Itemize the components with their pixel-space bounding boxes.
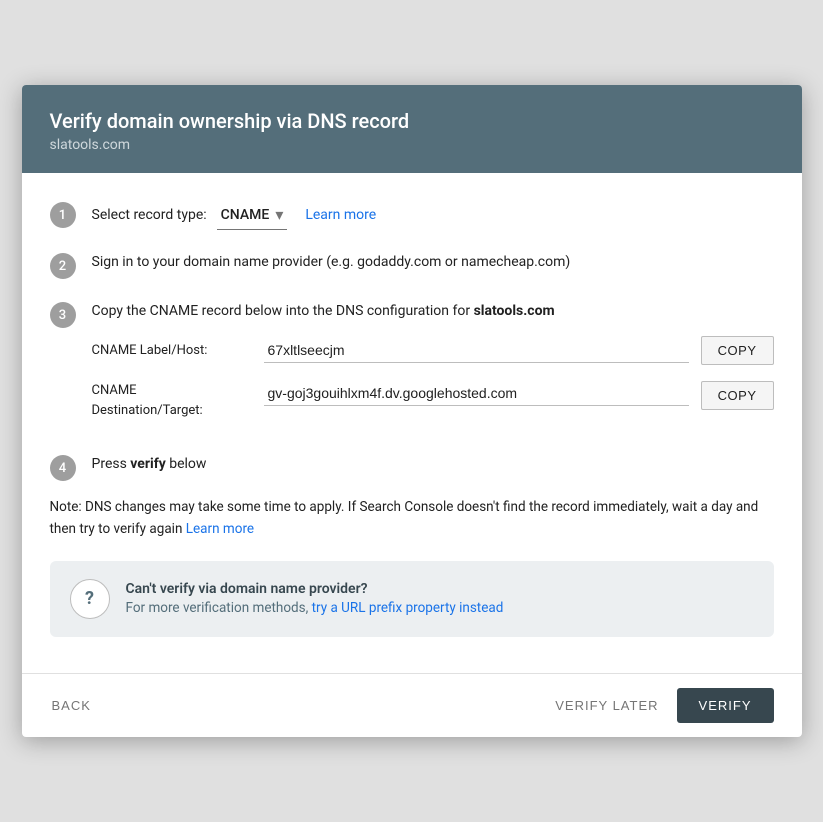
record-type-dropdown[interactable]: CNAME ▾ [217, 201, 288, 230]
record-type-value: CNAME [221, 205, 270, 226]
step-1-row: 1 Select record type: CNAME ▾ Learn more [50, 201, 774, 230]
step-3-domain: slatools.com [474, 303, 555, 319]
footer-left: BACK [50, 692, 93, 719]
cname-destination-label: CNAME Destination/Target: [92, 377, 252, 420]
cname-destination-input[interactable] [264, 381, 689, 406]
dialog: Verify domain ownership via DNS record s… [22, 85, 802, 736]
cname-destination-label-line2: Destination/Target: [92, 403, 203, 418]
step-1-inner: Select record type: CNAME ▾ Learn more [92, 201, 774, 230]
dialog-header: Verify domain ownership via DNS record s… [22, 85, 802, 173]
step-3-text: Copy the CNAME record below into the DNS… [92, 301, 774, 322]
dialog-body: 1 Select record type: CNAME ▾ Learn more… [22, 173, 802, 672]
chevron-down-icon: ▾ [275, 203, 283, 227]
step-1-number: 1 [50, 202, 76, 228]
footer-right: VERIFY LATER VERIFY [553, 688, 773, 723]
verify-later-button[interactable]: VERIFY LATER [553, 690, 660, 721]
cant-verify-content: Can't verify via domain name provider? F… [126, 581, 504, 616]
note-text: Note: DNS changes may take some time to … [50, 497, 774, 540]
step-1-content: Select record type: CNAME ▾ Learn more [92, 201, 774, 230]
cant-verify-desc: For more verification methods, try a URL… [126, 600, 504, 616]
cname-destination-row: CNAME Destination/Target: COPY [92, 377, 774, 420]
note-learn-more-link[interactable]: Learn more [186, 521, 254, 537]
cname-label-host-label: CNAME Label/Host: [92, 341, 252, 361]
step-1-label: Select record type: [92, 205, 207, 226]
copy-label-host-button[interactable]: COPY [701, 336, 774, 365]
cant-verify-desc-prefix: For more verification methods, [126, 600, 312, 616]
back-button[interactable]: BACK [50, 692, 93, 719]
step-3-row: 3 Copy the CNAME record below into the D… [50, 301, 774, 432]
cant-verify-box: ? Can't verify via domain name provider?… [50, 561, 774, 637]
cname-destination-label-line1: CNAME [92, 383, 137, 398]
step-2-text: Sign in to your domain name provider (e.… [92, 254, 571, 270]
cant-verify-title: Can't verify via domain name provider? [126, 581, 504, 597]
cant-verify-link[interactable]: try a URL prefix property instead [312, 600, 504, 616]
step-4-row: 4 Press verify below [50, 454, 774, 481]
cname-label-host-input[interactable] [264, 338, 689, 363]
dialog-footer: BACK VERIFY LATER VERIFY [22, 673, 802, 737]
step-2-content: Sign in to your domain name provider (e.… [92, 252, 774, 273]
step-2-number: 2 [50, 253, 76, 279]
question-icon-circle: ? [70, 579, 110, 619]
step-4-bold: verify [130, 456, 165, 472]
note-prefix: Note: DNS changes may take some time to … [50, 499, 759, 537]
step-3-number: 3 [50, 302, 76, 328]
step-2-row: 2 Sign in to your domain name provider (… [50, 252, 774, 279]
step-3-content: Copy the CNAME record below into the DNS… [92, 301, 774, 432]
cname-label-host-row: CNAME Label/Host: COPY [92, 336, 774, 365]
step-4-prefix: Press [92, 456, 131, 472]
copy-destination-button[interactable]: COPY [701, 381, 774, 410]
dialog-title: Verify domain ownership via DNS record [50, 109, 774, 133]
step-3-text-prefix: Copy the CNAME record below into the DNS… [92, 303, 474, 319]
step-4-text: Press verify below [92, 456, 207, 472]
step-4-number: 4 [50, 455, 76, 481]
step-4-suffix: below [166, 456, 207, 472]
question-icon: ? [85, 588, 94, 609]
step-4-content: Press verify below [92, 454, 774, 475]
dialog-subtitle: slatools.com [50, 137, 774, 153]
verify-button[interactable]: VERIFY [677, 688, 774, 723]
step-1-learn-more-link[interactable]: Learn more [305, 205, 376, 226]
cname-fields: CNAME Label/Host: COPY CNAME Destination… [92, 336, 774, 420]
